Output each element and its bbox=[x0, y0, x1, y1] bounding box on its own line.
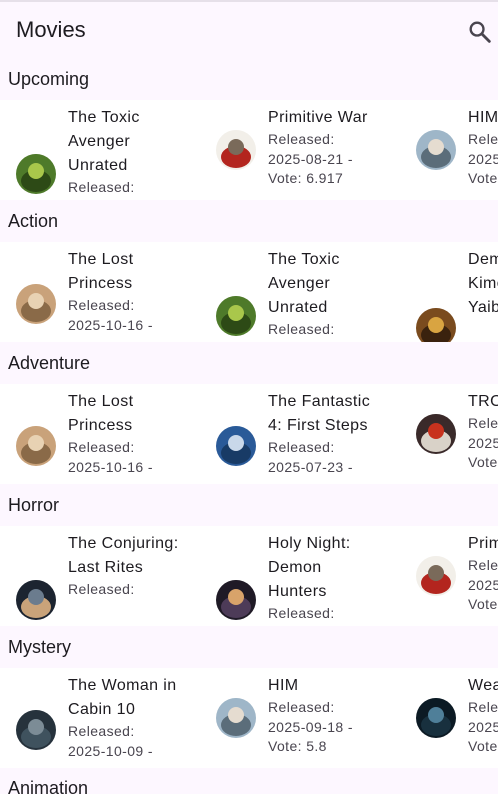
section-title: Upcoming bbox=[8, 69, 90, 89]
movie-vote: Vote: 6.917 bbox=[268, 170, 344, 186]
movie-release-date: 2025-07-23 - bbox=[268, 458, 353, 475]
movie-release-date: 2025-08-21 - bbox=[268, 150, 353, 167]
movie-card[interactable]: Primitive War Released: 2025-08-21 - Vot… bbox=[200, 100, 400, 200]
movie-title: The Toxic Avenger Unrated bbox=[268, 251, 340, 316]
movie-title: The Lost Princess bbox=[68, 393, 134, 434]
movie-released-label: Relea bbox=[468, 415, 498, 431]
poster-toxic-avenger[interactable] bbox=[216, 296, 256, 336]
poster-tron[interactable] bbox=[416, 414, 456, 454]
movie-released-label: Released: bbox=[68, 723, 135, 739]
search-button[interactable] bbox=[466, 18, 494, 46]
movie-card[interactable]: The Conjuring: Last Rites Released: bbox=[0, 526, 200, 626]
poster-lost-princess[interactable] bbox=[16, 284, 56, 324]
section-title: Animation bbox=[8, 778, 89, 794]
search-icon bbox=[469, 21, 491, 43]
section-action: Action The Lost Princess Released: 2025-… bbox=[0, 200, 498, 342]
movie-vote: Vote bbox=[468, 738, 498, 754]
movie-row[interactable]: The Woman in Cabin 10 Released: 2025-10-… bbox=[0, 668, 498, 768]
section-horror: Horror The Conjuring: Last Rites Release… bbox=[0, 484, 498, 626]
app-title: Movies bbox=[16, 17, 86, 42]
movie-title: The Woman in Cabin 10 bbox=[68, 677, 177, 718]
movie-released-label: Released: bbox=[268, 605, 335, 621]
movie-title: The Toxic Avenger Unrated bbox=[68, 109, 140, 174]
section-animation: Animation bbox=[0, 768, 498, 794]
movie-card[interactable]: Prim Relea 2025 Vote bbox=[400, 526, 498, 626]
movie-release-date: 2025-10-16 - bbox=[68, 458, 153, 475]
movie-released-label: Released: bbox=[268, 321, 335, 337]
movie-card[interactable]: TRO Relea 2025 Vote bbox=[400, 384, 498, 484]
movie-title: The Fantastic 4: First Steps bbox=[268, 393, 371, 434]
movie-released-label: Released: bbox=[268, 439, 335, 455]
movie-card[interactable]: Demon Slayer: Kimetsu no Yaiba bbox=[400, 242, 498, 342]
movie-title: Prim bbox=[468, 535, 498, 552]
movie-row[interactable]: The Conjuring: Last Rites Released: Holy… bbox=[0, 526, 498, 626]
movie-title: Holy Night: Demon Hunters bbox=[268, 535, 351, 600]
movie-released-label: Released: bbox=[68, 439, 135, 455]
app-bar: Movies bbox=[0, 2, 498, 58]
movie-release-date: 2025-10-16 - bbox=[68, 316, 153, 333]
movie-release-date: 2025-09-18 - bbox=[268, 718, 353, 735]
poster-primitive-war[interactable] bbox=[416, 556, 456, 596]
movie-vote: Vote bbox=[468, 170, 498, 186]
movie-row[interactable]: The Lost Princess Released: 2025-10-16 -… bbox=[0, 242, 498, 342]
poster-him[interactable] bbox=[416, 130, 456, 170]
poster-demon-slayer[interactable] bbox=[416, 308, 456, 342]
movie-card[interactable]: HIM Released: 2025-09-18 - Vote: 5.8 bbox=[200, 668, 400, 768]
section-title: Action bbox=[8, 211, 59, 231]
movie-title: The Conjuring: Last Rites bbox=[68, 535, 179, 576]
movie-card[interactable]: The Toxic Avenger Unrated Released: bbox=[0, 100, 200, 200]
movie-card[interactable]: Holy Night: Demon Hunters Released: bbox=[200, 526, 400, 626]
movie-vote: Vote bbox=[468, 596, 498, 612]
movie-released-label: Released: bbox=[268, 699, 335, 715]
movie-vote: Vote: 5.8 bbox=[268, 738, 327, 754]
section-title: Adventure bbox=[8, 353, 91, 373]
movie-release-date: 2025 bbox=[468, 150, 498, 167]
movie-row[interactable]: The Toxic Avenger Unrated Released: Prim… bbox=[0, 100, 498, 200]
movie-released-label: Relea bbox=[468, 131, 498, 147]
movie-card[interactable]: The Toxic Avenger Unrated Released: bbox=[200, 242, 400, 342]
movie-title: Primitive War bbox=[268, 109, 368, 126]
movie-title: HIM bbox=[268, 677, 299, 694]
movie-card[interactable]: Wea Relea 2025 Vote bbox=[400, 668, 498, 768]
movie-released-label: Released: bbox=[68, 581, 135, 597]
poster-fantastic-four[interactable] bbox=[216, 426, 256, 466]
movie-release-date: 2025 bbox=[468, 576, 498, 593]
movie-release-date: 2025 bbox=[468, 718, 498, 735]
movie-title: Wea bbox=[468, 677, 498, 694]
movie-release-date: 2025-10-09 - bbox=[68, 742, 153, 759]
poster-lost-princess[interactable] bbox=[16, 426, 56, 466]
movie-title: The Lost Princess bbox=[68, 251, 134, 292]
movie-released-label: Released: bbox=[68, 297, 135, 313]
section-mystery: Mystery The Woman in Cabin 10 Released: … bbox=[0, 626, 498, 768]
movie-card[interactable]: HIM Relea 2025 Vote bbox=[400, 100, 498, 200]
poster-holy-night[interactable] bbox=[216, 580, 256, 620]
poster-conjuring[interactable] bbox=[16, 580, 56, 620]
movie-released-label: Relea bbox=[468, 699, 498, 715]
movie-title: Demon Slayer: Kimetsu no Yaiba bbox=[468, 251, 498, 316]
poster-weapons[interactable] bbox=[416, 698, 456, 738]
poster-him[interactable] bbox=[216, 698, 256, 738]
poster-primitive-war[interactable] bbox=[216, 130, 256, 170]
movie-card[interactable]: The Fantastic 4: First Steps Released: 2… bbox=[200, 384, 400, 484]
movie-title: TRO bbox=[468, 393, 498, 410]
movie-vote: Vote bbox=[468, 454, 498, 470]
poster-woman-in-cabin[interactable] bbox=[16, 710, 56, 750]
section-adventure: Adventure The Lost Princess Released: 20… bbox=[0, 342, 498, 484]
movie-row[interactable]: The Lost Princess Released: 2025-10-16 -… bbox=[0, 384, 498, 484]
movie-released-label: Relea bbox=[468, 557, 498, 573]
section-upcoming: Upcoming The Toxic Avenger Unrated Relea… bbox=[0, 58, 498, 200]
section-title: Mystery bbox=[8, 637, 71, 657]
movie-card[interactable]: The Lost Princess Released: 2025-10-16 - bbox=[0, 384, 200, 484]
poster-toxic-avenger[interactable] bbox=[16, 154, 56, 194]
movie-released-label: Released: bbox=[268, 131, 335, 147]
section-title: Horror bbox=[8, 495, 60, 515]
movie-card[interactable]: The Woman in Cabin 10 Released: 2025-10-… bbox=[0, 668, 200, 768]
movie-title: HIM bbox=[468, 109, 498, 126]
movie-release-date: 2025 bbox=[468, 434, 498, 451]
movie-card[interactable]: The Lost Princess Released: 2025-10-16 - bbox=[0, 242, 200, 342]
movie-released-label: Released: bbox=[68, 179, 135, 195]
